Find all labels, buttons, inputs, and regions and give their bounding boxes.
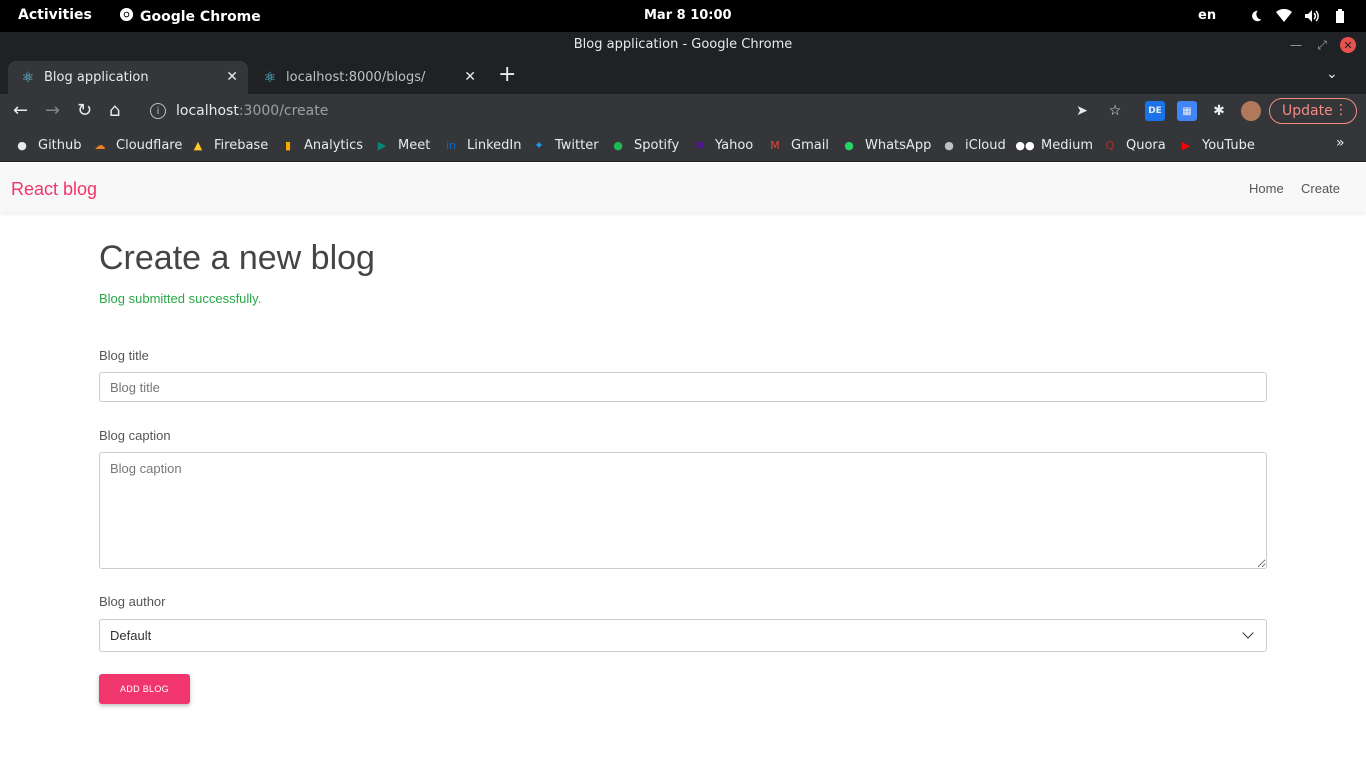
bookmark-star-icon[interactable]: ☆ <box>1105 101 1125 121</box>
close-window-button[interactable]: ✕ <box>1340 37 1356 53</box>
url-path: :3000/create <box>238 103 329 119</box>
author-label: Blog author <box>99 594 166 609</box>
page-title: Create a new blog <box>99 239 375 277</box>
spotify-icon: ● <box>613 138 623 152</box>
back-icon[interactable]: ← <box>13 102 28 120</box>
medium-icon: ●● <box>1015 138 1035 152</box>
web-page: React blog Home Create Create a new blog… <box>0 163 1366 768</box>
url-host: localhost <box>176 103 239 119</box>
night-light-icon <box>1248 8 1264 24</box>
home-icon[interactable]: ⌂ <box>109 102 120 120</box>
bookmark-whatsapp[interactable]: ● WhatsApp <box>841 136 931 154</box>
bookmark-linkedin[interactable]: in LinkedIn <box>443 136 522 154</box>
github-icon: ● <box>17 138 27 152</box>
caption-label: Blog caption <box>99 428 171 443</box>
success-message: Blog submitted successfully. <box>99 291 262 306</box>
yahoo-icon: ✉ <box>694 138 704 152</box>
close-tab-icon[interactable]: ✕ <box>226 69 238 85</box>
tab-blog-application[interactable]: ⚛ Blog application ✕ <box>8 61 248 94</box>
add-blog-button[interactable]: ADD BLOG <box>99 674 190 704</box>
cloudflare-icon: ☁ <box>94 138 106 152</box>
translate-extension-icon[interactable]: DE <box>1145 101 1165 121</box>
volume-icon <box>1304 8 1320 24</box>
tab-strip: ⚛ Blog application ✕ ⚛ localhost:8000/bl… <box>0 58 1366 94</box>
react-icon: ⚛ <box>21 69 35 86</box>
bookmark-analytics[interactable]: ▮ Analytics <box>280 136 363 154</box>
gmail-icon: M <box>770 138 780 152</box>
bookmark-cloudflare[interactable]: ☁ Cloudflare <box>92 136 183 154</box>
chrome-icon <box>119 7 134 26</box>
quora-icon: Q <box>1105 138 1115 152</box>
linkedin-icon: in <box>445 138 457 152</box>
more-bookmarks-icon[interactable]: » <box>1336 135 1345 151</box>
language-indicator[interactable]: en <box>1198 8 1216 23</box>
tab-search-icon[interactable]: ⌄ <box>1326 66 1338 82</box>
address-bar[interactable]: i localhost:3000/create <box>140 96 1110 126</box>
more-menu-icon[interactable]: ⋮ <box>1334 102 1348 118</box>
update-button[interactable]: Update ⋮ <box>1269 98 1357 124</box>
new-tab-button[interactable]: + <box>498 63 516 87</box>
bookmark-twitter[interactable]: ✦ Twitter <box>531 136 598 154</box>
bookmark-medium[interactable]: ●● Medium <box>1015 136 1093 154</box>
chevron-down-icon <box>1242 627 1254 639</box>
analytics-icon: ▮ <box>284 138 292 152</box>
bookmarks-bar: ● Github ☁ Cloudflare ▲ Firebase ▮ Analytics… <box>0 128 1366 162</box>
app-menu[interactable]: Google Chrome <box>119 7 261 26</box>
title-input[interactable] <box>99 372 1267 402</box>
update-label: Update <box>1282 103 1333 119</box>
tab-localhost-blogs[interactable]: ⚛ localhost:8000/blogs/ ✕ <box>250 61 486 94</box>
apple-icon: ● <box>944 138 954 152</box>
forward-icon[interactable]: → <box>45 102 60 120</box>
activities-button[interactable]: Activities <box>18 7 92 23</box>
bookmark-quora[interactable]: Q Quora <box>1102 136 1166 154</box>
bookmark-firebase[interactable]: ▲ Firebase <box>190 136 268 154</box>
close-tab-icon[interactable]: ✕ <box>464 69 476 85</box>
bookmark-meet[interactable]: ▶ Meet <box>374 136 431 154</box>
send-tab-icon[interactable]: ➤ <box>1072 101 1092 121</box>
nav-create-link[interactable]: Create <box>1301 181 1340 196</box>
nav-home-link[interactable]: Home <box>1249 181 1284 196</box>
system-tray[interactable] <box>1248 8 1348 24</box>
profile-avatar[interactable] <box>1241 101 1261 121</box>
youtube-icon: ▶ <box>1181 138 1191 152</box>
app-navbar: React blog Home Create <box>0 163 1366 212</box>
bookmark-youtube[interactable]: ▶ YouTube <box>1178 136 1255 154</box>
bookmark-github[interactable]: ● Github <box>14 136 81 154</box>
extensions-puzzle-icon[interactable]: ✱ <box>1209 101 1229 121</box>
whatsapp-icon: ● <box>844 138 854 152</box>
bookmark-gmail[interactable]: M Gmail <box>767 136 829 154</box>
maximize-button[interactable]: ⤢ <box>1314 37 1330 53</box>
reload-icon[interactable]: ↻ <box>77 102 92 120</box>
react-icon: ⚛ <box>263 69 277 86</box>
caption-textarea[interactable] <box>99 452 1267 569</box>
calendar-extension-icon[interactable]: ▦ <box>1177 101 1197 121</box>
tab-label: Blog application <box>44 70 149 85</box>
wifi-icon <box>1276 8 1292 24</box>
author-select[interactable]: Default <box>99 619 1267 652</box>
tab-label: localhost:8000/blogs/ <box>286 70 426 85</box>
window-title-bar[interactable]: Blog application - Google Chrome — ⤢ ✕ <box>0 32 1366 58</box>
minimize-button[interactable]: — <box>1288 37 1304 53</box>
title-label: Blog title <box>99 348 149 363</box>
author-selected-value: Default <box>110 628 152 643</box>
bookmark-yahoo[interactable]: ✉ Yahoo <box>691 136 753 154</box>
clock[interactable]: Mar 8 10:00 <box>644 8 732 23</box>
brand-logo[interactable]: React blog <box>11 179 97 200</box>
system-top-bar: Activities Google Chrome Mar 8 10:00 en <box>0 0 1366 32</box>
twitter-icon: ✦ <box>534 138 544 152</box>
battery-icon <box>1332 8 1348 24</box>
meet-icon: ▶ <box>377 138 387 152</box>
app-name: Google Chrome <box>140 8 261 25</box>
bookmark-spotify[interactable]: ● Spotify <box>610 136 679 154</box>
bookmark-icloud[interactable]: ● iCloud <box>941 136 1006 154</box>
site-info-icon[interactable]: i <box>150 103 166 119</box>
window-title: Blog application - Google Chrome <box>573 37 793 52</box>
firebase-icon: ▲ <box>193 138 203 152</box>
